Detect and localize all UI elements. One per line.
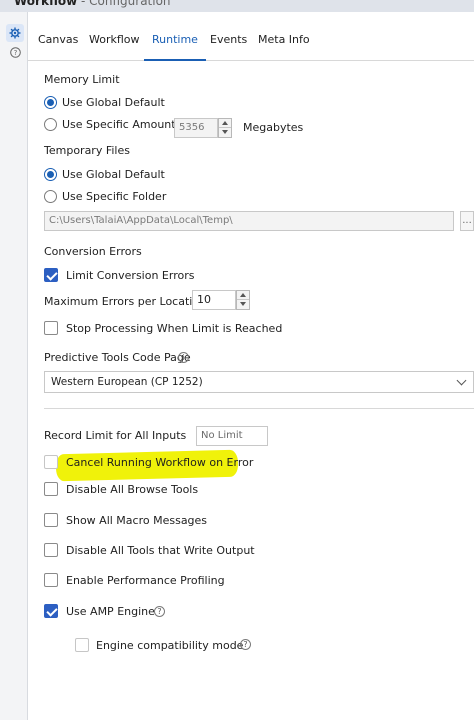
disable-browse-label: Disable All Browse Tools	[66, 483, 199, 496]
runtime-panel: Memory Limit Use Global Default Use Spec…	[28, 62, 474, 720]
tab-runtime[interactable]: Runtime	[144, 12, 206, 61]
temp-global-label: Use Global Default	[62, 168, 165, 181]
show-macro-messages-checkbox[interactable]	[44, 513, 58, 527]
memory-unit-label: Megabytes	[243, 121, 304, 134]
stop-processing-label: Stop Processing When Limit is Reached	[66, 322, 283, 335]
temp-specific-label: Use Specific Folder	[62, 190, 167, 203]
predictive-code-page-label: Predictive Tools Code Page	[44, 351, 191, 364]
temp-global-radio[interactable]	[44, 168, 57, 181]
chevron-down-icon	[456, 375, 467, 386]
record-limit-label: Record Limit for All Inputs	[44, 429, 187, 442]
record-limit-placeholder: No Limit	[201, 430, 243, 441]
temp-folder-field[interactable]: C:\Users\TalaiA\AppData\Local\Temp\	[44, 211, 454, 231]
browse-folder-button[interactable]: ...	[460, 211, 474, 231]
limit-conversion-label: Limit Conversion Errors	[66, 269, 195, 282]
section-divider	[44, 408, 474, 409]
max-errors-field[interactable]: 10	[192, 290, 236, 310]
stop-processing-checkbox[interactable]	[44, 321, 58, 335]
engine-compat-label: Engine compatibility mode	[96, 639, 244, 652]
disable-output-tools-checkbox[interactable]	[44, 543, 58, 557]
question-circle-icon: ?	[9, 46, 21, 58]
window-titlebar: Workflow - Configuration	[0, 0, 474, 12]
performance-profiling-checkbox[interactable]	[44, 573, 58, 587]
temp-files-heading: Temporary Files	[44, 144, 130, 157]
memory-specific-label: Use Specific Amount	[62, 118, 176, 131]
settings-rail-button[interactable]	[6, 24, 24, 42]
max-errors-label: Maximum Errors per Location	[44, 295, 207, 308]
use-amp-engine-label: Use AMP Engine	[66, 605, 155, 618]
tab-events[interactable]: Events	[202, 12, 255, 61]
amp-help-icon[interactable]: ?	[154, 606, 165, 617]
performance-profiling-label: Enable Performance Profiling	[66, 574, 225, 587]
memory-specific-radio[interactable]	[44, 118, 57, 131]
memory-global-radio[interactable]	[44, 96, 57, 109]
record-limit-field[interactable]: No Limit	[196, 426, 268, 446]
memory-amount-field[interactable]: 5356	[174, 118, 218, 138]
engine-compat-checkbox[interactable]	[75, 638, 89, 652]
use-amp-engine-checkbox[interactable]	[44, 604, 58, 618]
memory-amount-stepper[interactable]	[218, 118, 232, 138]
help-rail-button[interactable]: ?	[7, 44, 23, 60]
tab-meta-info[interactable]: Meta Info	[250, 12, 318, 61]
temp-specific-radio[interactable]	[44, 190, 57, 203]
side-rail: ?	[0, 12, 28, 720]
disable-output-tools-label: Disable All Tools that Write Output	[66, 544, 255, 557]
conversion-errors-heading: Conversion Errors	[44, 245, 142, 258]
code-page-selected-value: Western European (CP 1252)	[51, 376, 203, 388]
window-title: Workflow - Configuration	[14, 0, 171, 8]
disable-browse-checkbox[interactable]	[44, 482, 58, 496]
show-macro-messages-label: Show All Macro Messages	[66, 514, 208, 527]
cancel-on-error-label: Cancel Running Workflow on Error	[66, 456, 254, 469]
info-icon[interactable]: i	[178, 352, 189, 363]
memory-limit-heading: Memory Limit	[44, 73, 120, 86]
gear-icon	[9, 27, 21, 39]
cancel-on-error-checkbox[interactable]	[44, 455, 58, 469]
limit-conversion-checkbox[interactable]	[44, 268, 58, 282]
code-page-select[interactable]: Western European (CP 1252)	[44, 371, 474, 393]
tab-workflow[interactable]: Workflow	[81, 12, 148, 61]
engine-compat-help-icon[interactable]: ?	[240, 639, 251, 650]
max-errors-stepper[interactable]	[236, 290, 250, 310]
svg-text:?: ?	[13, 49, 17, 57]
memory-global-label: Use Global Default	[62, 96, 165, 109]
tab-canvas[interactable]: Canvas	[30, 12, 86, 61]
tab-bar: Canvas Workflow Runtime Events Meta Info	[28, 12, 474, 61]
